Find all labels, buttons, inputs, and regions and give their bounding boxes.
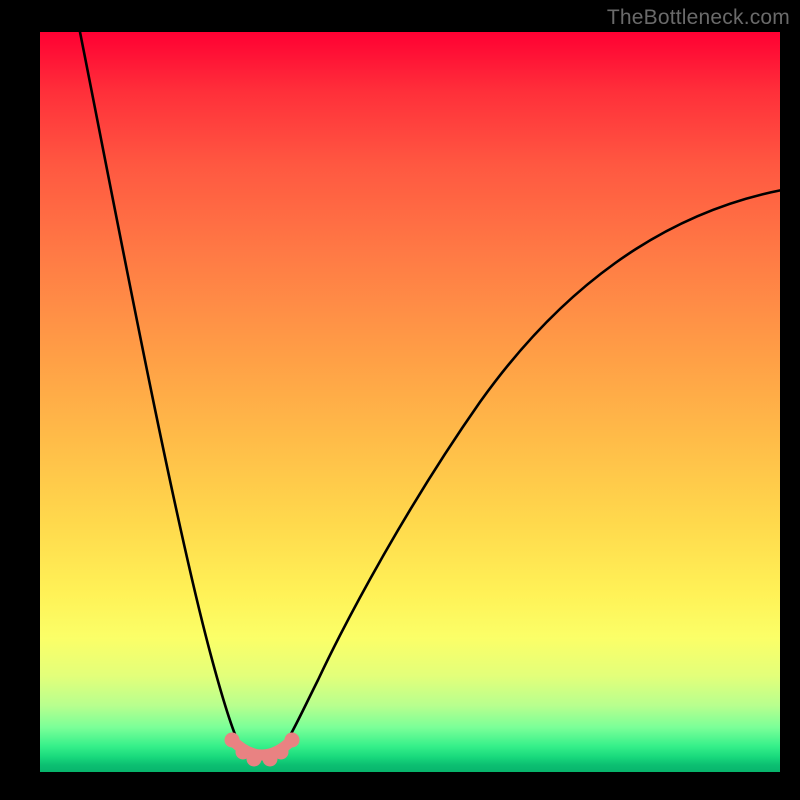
valley-dot-6 <box>285 733 300 748</box>
chart-svg <box>40 32 780 772</box>
valley-dot-5 <box>274 745 289 760</box>
valley-dot-1 <box>225 733 240 748</box>
chart-frame: TheBottleneck.com <box>0 0 800 800</box>
valley-dot-3 <box>247 752 262 767</box>
curve-left <box>78 22 240 746</box>
watermark-label: TheBottleneck.com <box>607 6 790 30</box>
bottleneck-chart <box>40 32 780 772</box>
curve-right <box>284 190 782 746</box>
